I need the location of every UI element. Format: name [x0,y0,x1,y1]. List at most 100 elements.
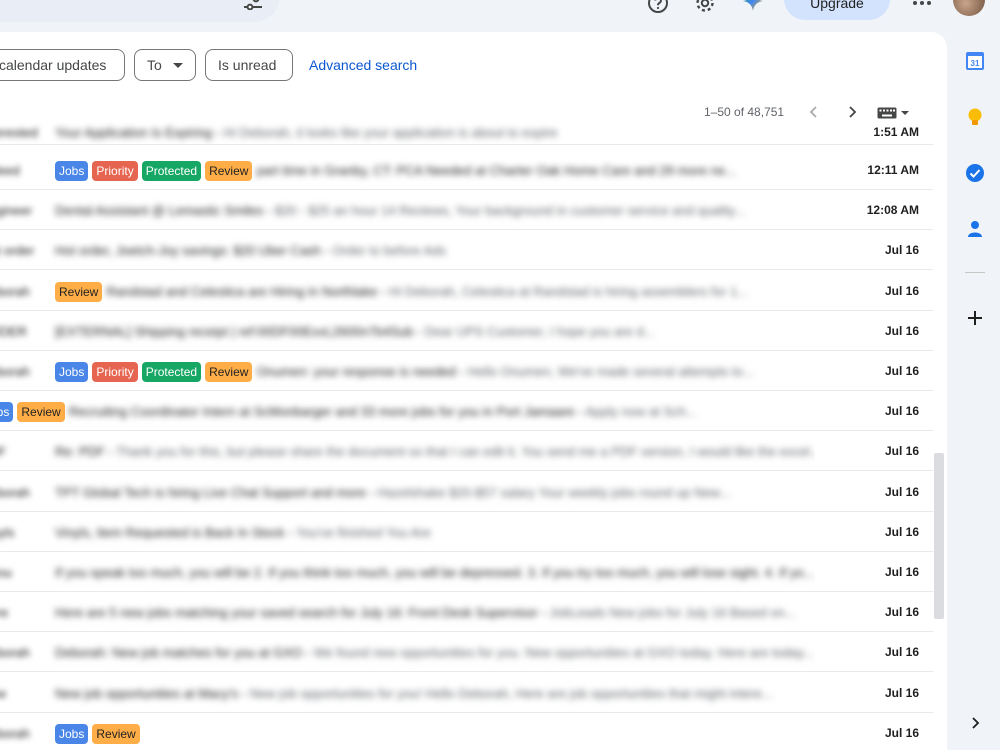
chevron-right-expand-icon[interactable] [969,716,981,730]
email-row[interactable]: Hot order Hot order, Joetch-Joy savings: … [0,230,933,270]
email-row[interactable]: Deborah JobsReview Jul 16 [0,713,933,750]
email-row[interactable]: Deborah Deborah: New job matches for you … [0,632,933,672]
email-sender: PDF [0,432,55,470]
email-row-content: Hot order Hot order, Joetch-Joy savings: … [0,230,815,269]
pagination-range: 1–50 of 48,751 [704,105,785,119]
email-row[interactable]: Here Here are 5 new jobs matching your sa… [0,592,933,632]
label-priority[interactable]: Priority [92,160,138,181]
gemini-icon[interactable] [742,0,764,12]
gear-icon[interactable] [694,0,716,14]
email-time: Jul 16 [884,525,919,539]
advanced-search-link[interactable]: Advanced search [309,49,417,81]
email-snippet: Dear UPS Customer, I hope you are d... [424,323,655,339]
email-row-content: Deborah JobsReview [0,713,815,750]
email-subject-snippet: If you speak too much, you will be 2. If… [55,553,814,591]
email-sender: New [0,674,55,712]
email-snippet: Apply now at Sch... [585,403,697,419]
label-jobs[interactable]: Jobs [55,160,89,181]
label-review[interactable]: Review [205,160,253,181]
search-options-icon[interactable] [243,0,263,10]
email-time: 12:08 AM [866,203,919,217]
side-panel-divider [965,272,985,273]
email-sender: Deborah [0,484,30,500]
label-jobs[interactable]: Jobs [0,401,14,422]
email-snippet: New job opportunities for you! Hello Deb… [249,685,773,701]
email-sender: Vinyls [0,524,15,540]
email-subject: Here are 5 new jobs matching your saved … [55,604,538,620]
label-jobs[interactable]: Jobs [55,723,89,744]
email-subject-snippet: [EXTERNAL] Shipping receipt | ref:00DF00… [55,323,655,339]
label-protected[interactable]: Protected [141,361,202,382]
email-subject: part time in Granby, CT: PCA Needed at C… [256,162,736,178]
email-time: Jul 16 [884,284,919,298]
apps-grid-icon[interactable] [912,0,932,6]
account-avatar[interactable] [953,0,985,16]
email-time: Jul 16 [884,324,919,338]
email-subject: Vinyls, Item Requested is Back In Stock [55,524,285,540]
label-review[interactable]: Review [205,361,253,382]
email-row-content: Indeed JobsPriorityProtectedReviewpart ti… [0,150,815,189]
tasks-check-icon[interactable] [965,163,985,183]
label-protected[interactable]: Protected [141,160,202,181]
email-row[interactable]: Interested Your Application Is Expiring -… [0,118,933,145]
email-row[interactable]: Engineer Dental Assistant @ Lemastic Smil… [0,190,933,230]
email-sender: Deborah [0,283,30,299]
email-subject-snippet: Hot order, Joetch-Joy savings: $20 Uber … [55,242,446,258]
label-review[interactable]: Review [55,281,103,302]
email-subject: Re: PDF [55,443,105,459]
email-subject-snippet: Deborah: New job matches for you at GXO … [55,644,814,660]
email-subject-snippet: Recruiting Coordinator Intern at ScMonba… [68,403,697,419]
label-jobs[interactable]: Jobs [55,361,89,382]
mail-panel: calendar updates To Is unread Advanced s… [0,32,947,750]
calendar-icon[interactable]: 31 [965,51,985,71]
email-subject: Onumen: your response is needed [256,363,456,379]
chip-is-unread[interactable]: Is unread [205,49,293,81]
search-bar[interactable] [0,0,280,22]
email-snippet: Hi Deborah, Celestica at Randstad is hir… [388,283,749,299]
upgrade-button[interactable]: Upgrade [784,0,890,20]
email-row[interactable]: ORDER [EXTERNAL] Shipping receipt | ref:0… [0,311,933,351]
email-subject-snippet: New job opportunities at Macy's - New jo… [55,685,773,701]
email-row[interactable]: Indeed JobsPriorityProtectedReviewpart ti… [0,150,933,190]
email-row[interactable]: Deborah ReviewRandstad and Celestica are … [0,271,933,311]
email-row[interactable]: If you If you speak too much, you will be… [0,552,933,592]
help-icon[interactable] [647,0,669,14]
add-plus-icon[interactable] [965,308,985,328]
scrollbar-thumb[interactable] [934,453,944,619]
email-time: Jul 16 [884,645,919,659]
email-time: Jul 16 [884,686,919,700]
email-row[interactable]: Vinyls Vinyls, Item Requested is Back In … [0,512,933,552]
label-review[interactable]: Review [92,723,140,744]
email-subject-snippet: Onumen: your response is needed - Hello … [256,363,754,379]
email-snippet: JobLeads New jobs for July 16 Based on..… [549,604,796,620]
email-row[interactable]: JobsReviewRecruiting Coordinator Intern … [0,391,933,431]
email-row-content: Engineer Dental Assistant @ Lemastic Smil… [0,190,815,229]
email-row-content: ORDER [EXTERNAL] Shipping receipt | ref:0… [0,311,815,350]
email-row[interactable]: Deborah TPT Global Tech is hiring Live Ch… [0,472,933,512]
email-row[interactable]: PDFRe: PDF - Thank you for this, but ple… [0,431,933,471]
email-subject-snippet: Your Application Is Expiring - Hi Debora… [55,124,558,140]
email-row[interactable]: Deborah JobsPriorityProtectedReviewOnumen… [0,351,933,391]
chip-to[interactable]: To [134,49,196,81]
keep-bulb-icon[interactable] [965,107,985,127]
email-time: Jul 16 [884,726,919,740]
email-subject: Randstad and Celestica are Hiring in Nor… [106,283,378,299]
chip-calendar-updates[interactable]: calendar updates [0,49,125,81]
svg-text:31: 31 [971,59,980,68]
email-snippet: Hi Deborah, it looks like your applicati… [223,124,558,140]
email-snippet: Hazelshake $20-$57 salary Your weekly jo… [377,484,731,500]
keyboard-menu-caret-icon[interactable] [901,111,909,115]
email-time: Jul 16 [884,364,919,378]
email-row-content: PDFRe: PDF - Thank you for this, but ple… [0,431,815,470]
label-priority[interactable]: Priority [92,361,138,382]
email-sender: Here [0,604,9,620]
email-time: 1:51 AM [873,125,919,139]
side-panel: 31 [947,32,1000,750]
email-sender: Engineer [0,202,33,218]
contacts-person-icon[interactable] [965,219,985,239]
email-sender: Deborah [0,363,30,379]
email-sender: ORDER [0,323,27,339]
label-review[interactable]: Review [17,401,65,422]
email-subject: Recruiting Coordinator Intern at ScMonba… [68,403,575,419]
email-row[interactable]: NewNew job opportunities at Macy's - New… [0,673,933,713]
